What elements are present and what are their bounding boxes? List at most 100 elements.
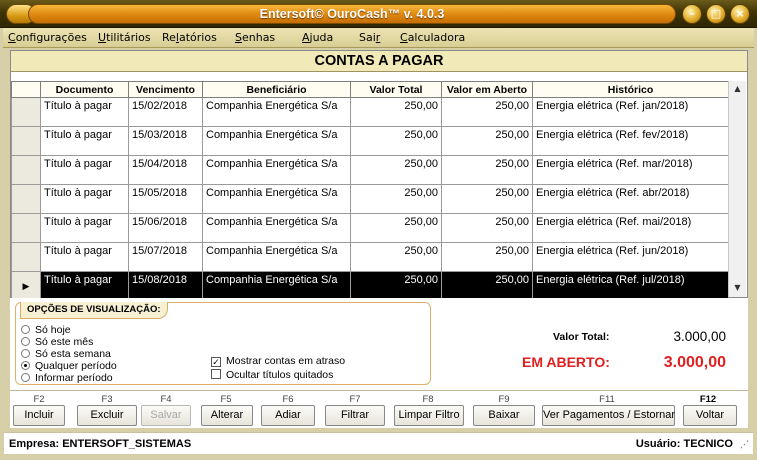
- cell-valor-aberto: 250,00: [441, 271, 533, 301]
- limpar-filtro-button[interactable]: Limpar Filtro: [394, 405, 464, 426]
- col-vencimento[interactable]: Vencimento: [128, 81, 203, 98]
- radio-label: Só hoje: [35, 324, 71, 336]
- cell-historico: Energia elétrica (Ref. jan/2018): [532, 97, 729, 127]
- fkey-label: F7: [349, 394, 361, 405]
- row-indicator-header: [11, 81, 41, 98]
- checkbox-icon: [211, 369, 221, 379]
- cell-valor-total: 250,00: [350, 242, 442, 272]
- radio-icon: [21, 337, 30, 346]
- minimize-icon[interactable]: –: [682, 4, 702, 24]
- table-header-row: Documento Vencimento Beneficiário Valor …: [11, 81, 729, 98]
- fkey-label: F11: [599, 394, 615, 405]
- voltar-button[interactable]: Voltar: [683, 405, 737, 426]
- radio-qualquer-periodo[interactable]: Qualquer período: [21, 360, 117, 372]
- incluir-button[interactable]: Incluir: [13, 405, 65, 426]
- scroll-down-icon[interactable]: ▼: [731, 281, 744, 295]
- table-row[interactable]: Título à pagar 15/05/2018 Companhia Ener…: [11, 184, 729, 214]
- grid-frame: CONTAS A PAGAR Documento Vencimento Bene…: [10, 50, 748, 301]
- salvar-button[interactable]: Salvar: [141, 405, 191, 426]
- row-indicator[interactable]: [11, 184, 41, 214]
- menu-sair[interactable]: Sair: [359, 31, 380, 44]
- table-row[interactable]: Título à pagar 15/07/2018 Companhia Ener…: [11, 242, 729, 272]
- cell-valor-total: 250,00: [350, 213, 442, 243]
- excluir-button[interactable]: Excluir: [77, 405, 137, 426]
- radio-so-este-mes[interactable]: Só este mês: [21, 336, 93, 348]
- col-documento[interactable]: Documento: [40, 81, 129, 98]
- row-indicator[interactable]: [11, 242, 41, 272]
- menu-calculadora[interactable]: Calculadora: [400, 31, 465, 44]
- row-indicator[interactable]: [11, 213, 41, 243]
- radio-icon: [21, 373, 30, 382]
- title-bar: Entersoft© OuroCash™ v. 4.0.3 – □ ×: [0, 0, 757, 28]
- ver-pagamentos-button[interactable]: Ver Pagamentos / Estornar: [542, 405, 675, 426]
- function-key-bar: F2 F3 F4 F5 F6 F7 F8 F9 F11 F12 Incluir …: [10, 390, 748, 428]
- view-options-group: OPÇÕES DE VISUALIZAÇÃO: Só hoje Só este …: [15, 302, 431, 385]
- col-valor-aberto[interactable]: Valor em Aberto: [441, 81, 533, 98]
- row-indicator[interactable]: [11, 97, 41, 127]
- cell-vencimento: 15/08/2018: [128, 271, 203, 301]
- menu-configuracoes[interactable]: Configurações: [8, 31, 87, 44]
- cell-beneficiario: Companhia Energética S/a: [202, 213, 351, 243]
- baixar-button[interactable]: Baixar: [473, 405, 535, 426]
- checkbox-checked-icon: ✓: [211, 357, 221, 367]
- view-options-title: OPÇÕES DE VISUALIZAÇÃO:: [20, 302, 168, 319]
- vertical-scrollbar[interactable]: ▲ ▼: [728, 81, 746, 297]
- checkbox-ocultar-quitados[interactable]: Ocultar títulos quitados: [211, 369, 333, 381]
- col-valor-total[interactable]: Valor Total: [350, 81, 442, 98]
- cell-beneficiario: Companhia Energética S/a: [202, 97, 351, 127]
- fkey-label: F3: [101, 394, 113, 405]
- filtrar-button[interactable]: Filtrar: [325, 405, 385, 426]
- adiar-button[interactable]: Adiar: [261, 405, 315, 426]
- accounts-table[interactable]: Documento Vencimento Beneficiário Valor …: [11, 81, 729, 301]
- menu-utilitarios[interactable]: Utilitários: [98, 31, 151, 44]
- menu-bar: Configurações Utilitários Relatórios Sen…: [3, 28, 754, 48]
- radio-informar-periodo[interactable]: Informar período: [21, 372, 113, 384]
- cell-valor-total: 250,00: [350, 155, 442, 185]
- row-indicator[interactable]: ▶: [11, 271, 41, 301]
- cell-valor-aberto: 250,00: [441, 184, 533, 214]
- row-indicator[interactable]: [11, 126, 41, 156]
- cell-vencimento: 15/07/2018: [128, 242, 203, 272]
- cell-documento: Título à pagar: [40, 213, 129, 243]
- menu-relatorios[interactable]: Relatórios: [162, 31, 217, 44]
- open-value: 3.000,00: [663, 354, 726, 371]
- menu-senhas[interactable]: Senhas: [235, 31, 275, 44]
- cell-documento: Título à pagar: [40, 126, 129, 156]
- col-historico[interactable]: Histórico: [532, 81, 729, 98]
- radio-icon: [21, 325, 30, 334]
- cell-vencimento: 15/02/2018: [128, 97, 203, 127]
- scroll-up-icon[interactable]: ▲: [731, 82, 744, 96]
- table-row[interactable]: Título à pagar 15/02/2018 Companhia Ener…: [11, 97, 729, 127]
- radio-so-esta-semana[interactable]: Só esta semana: [21, 348, 111, 360]
- table-row[interactable]: Título à pagar 15/03/2018 Companhia Ener…: [11, 126, 729, 156]
- menu-ajuda[interactable]: Ajuda: [302, 31, 333, 44]
- cell-documento: Título à pagar: [40, 184, 129, 214]
- maximize-icon[interactable]: □: [706, 4, 726, 24]
- radio-so-hoje[interactable]: Só hoje: [21, 324, 71, 336]
- cell-documento: Título à pagar: [40, 271, 129, 301]
- cell-vencimento: 15/03/2018: [128, 126, 203, 156]
- checkbox-label: Mostrar contas em atraso: [226, 355, 346, 367]
- grid-title: CONTAS A PAGAR: [11, 51, 747, 72]
- checkbox-mostrar-atraso[interactable]: ✓ Mostrar contas em atraso: [211, 355, 345, 367]
- fkey-label: F8: [422, 394, 434, 405]
- status-empresa: Empresa: ENTERSOFT_SISTEMAS: [9, 438, 192, 450]
- cell-historico: Energia elétrica (Ref. mar/2018): [532, 155, 729, 185]
- cell-beneficiario: Companhia Energética S/a: [202, 242, 351, 272]
- close-icon[interactable]: ×: [730, 4, 750, 24]
- cell-documento: Título à pagar: [40, 242, 129, 272]
- cell-valor-total: 250,00: [350, 126, 442, 156]
- fkey-label: F12: [699, 394, 717, 405]
- alterar-button[interactable]: Alterar: [201, 405, 253, 426]
- cell-valor-total: 250,00: [350, 184, 442, 214]
- resize-grip-icon[interactable]: ⋰: [740, 439, 750, 449]
- fkey-label: F5: [220, 394, 232, 405]
- col-beneficiario[interactable]: Beneficiário: [202, 81, 351, 98]
- radio-label: Qualquer período: [35, 360, 117, 372]
- fkey-label: F2: [33, 394, 45, 405]
- row-indicator[interactable]: [11, 155, 41, 185]
- table-row-selected[interactable]: ▶ Título à pagar 15/08/2018 Companhia En…: [11, 271, 729, 301]
- table-row[interactable]: Título à pagar 15/04/2018 Companhia Ener…: [11, 155, 729, 185]
- checkbox-label: Ocultar títulos quitados: [226, 369, 334, 381]
- table-row[interactable]: Título à pagar 15/06/2018 Companhia Ener…: [11, 213, 729, 243]
